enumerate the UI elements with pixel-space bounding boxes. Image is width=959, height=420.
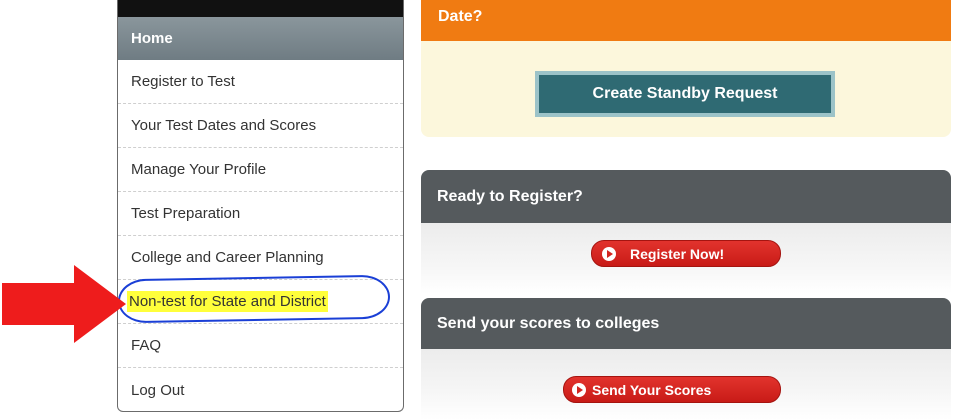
sidebar-item-faq[interactable]: FAQ — [118, 324, 403, 368]
register-now-button[interactable]: Register Now! — [591, 240, 781, 267]
sidebar-item-log-out[interactable]: Log Out — [118, 368, 403, 411]
sidebar-item-label: Manage Your Profile — [131, 161, 267, 178]
sidebar-item-test-dates-scores[interactable]: Your Test Dates and Scores — [118, 104, 403, 148]
sidebar-item-label: Register to Test — [131, 73, 235, 90]
play-circle-icon — [572, 382, 586, 397]
scores-panel-heading: Send your scores to colleges — [437, 314, 660, 332]
sidebar-home-label: Home — [131, 30, 173, 47]
red-arrow-annotation — [2, 265, 126, 343]
play-circle-icon — [602, 246, 616, 261]
register-panel-heading: Ready to Register? — [437, 187, 583, 205]
scores-panel: Send your scores to colleges Send Your S… — [421, 298, 951, 420]
sidebar-item-label: Non-test for State and District — [127, 291, 328, 312]
register-panel-header: Ready to Register? — [421, 170, 951, 223]
send-your-scores-label: Send Your Scores — [592, 381, 712, 398]
sidebar-item-label: FAQ — [131, 337, 162, 354]
sidebar-top-bar — [118, 0, 403, 17]
send-your-scores-button[interactable]: Send Your Scores — [563, 376, 781, 403]
sidebar-item-register-to-test[interactable]: Register to Test — [118, 60, 403, 104]
standby-panel-body: Create Standby Request — [421, 41, 951, 137]
sidebar-item-non-test-state-district[interactable]: Non-test for State and District — [118, 280, 403, 324]
sidebar-item-test-preparation[interactable]: Test Preparation — [118, 192, 403, 236]
sidebar-item-label: Test Preparation — [131, 205, 241, 222]
register-panel-body: Register Now! — [421, 223, 951, 294]
sidebar-item-college-career-planning[interactable]: College and Career Planning — [118, 236, 403, 280]
sidebar-item-home[interactable]: Home — [118, 17, 403, 60]
standby-panel-header: Date? — [421, 0, 951, 41]
sidebar-item-label: Log Out — [131, 381, 185, 399]
register-now-label: Register Now! — [630, 245, 725, 262]
standby-panel-heading: Date? — [438, 8, 483, 25]
sidebar-item-label: Your Test Dates and Scores — [131, 117, 317, 134]
sidebar-list: Register to Test Your Test Dates and Sco… — [118, 60, 403, 411]
sidebar-item-label: College and Career Planning — [131, 249, 324, 266]
register-panel: Ready to Register? Register Now! — [421, 170, 951, 294]
scores-panel-header: Send your scores to colleges — [421, 298, 951, 349]
sidebar-item-manage-profile[interactable]: Manage Your Profile — [118, 148, 403, 192]
sidebar-nav: Home Register to Test Your Test Dates an… — [117, 0, 404, 412]
create-standby-request-button[interactable]: Create Standby Request — [535, 71, 835, 117]
scores-panel-body: Send Your Scores — [421, 349, 951, 420]
